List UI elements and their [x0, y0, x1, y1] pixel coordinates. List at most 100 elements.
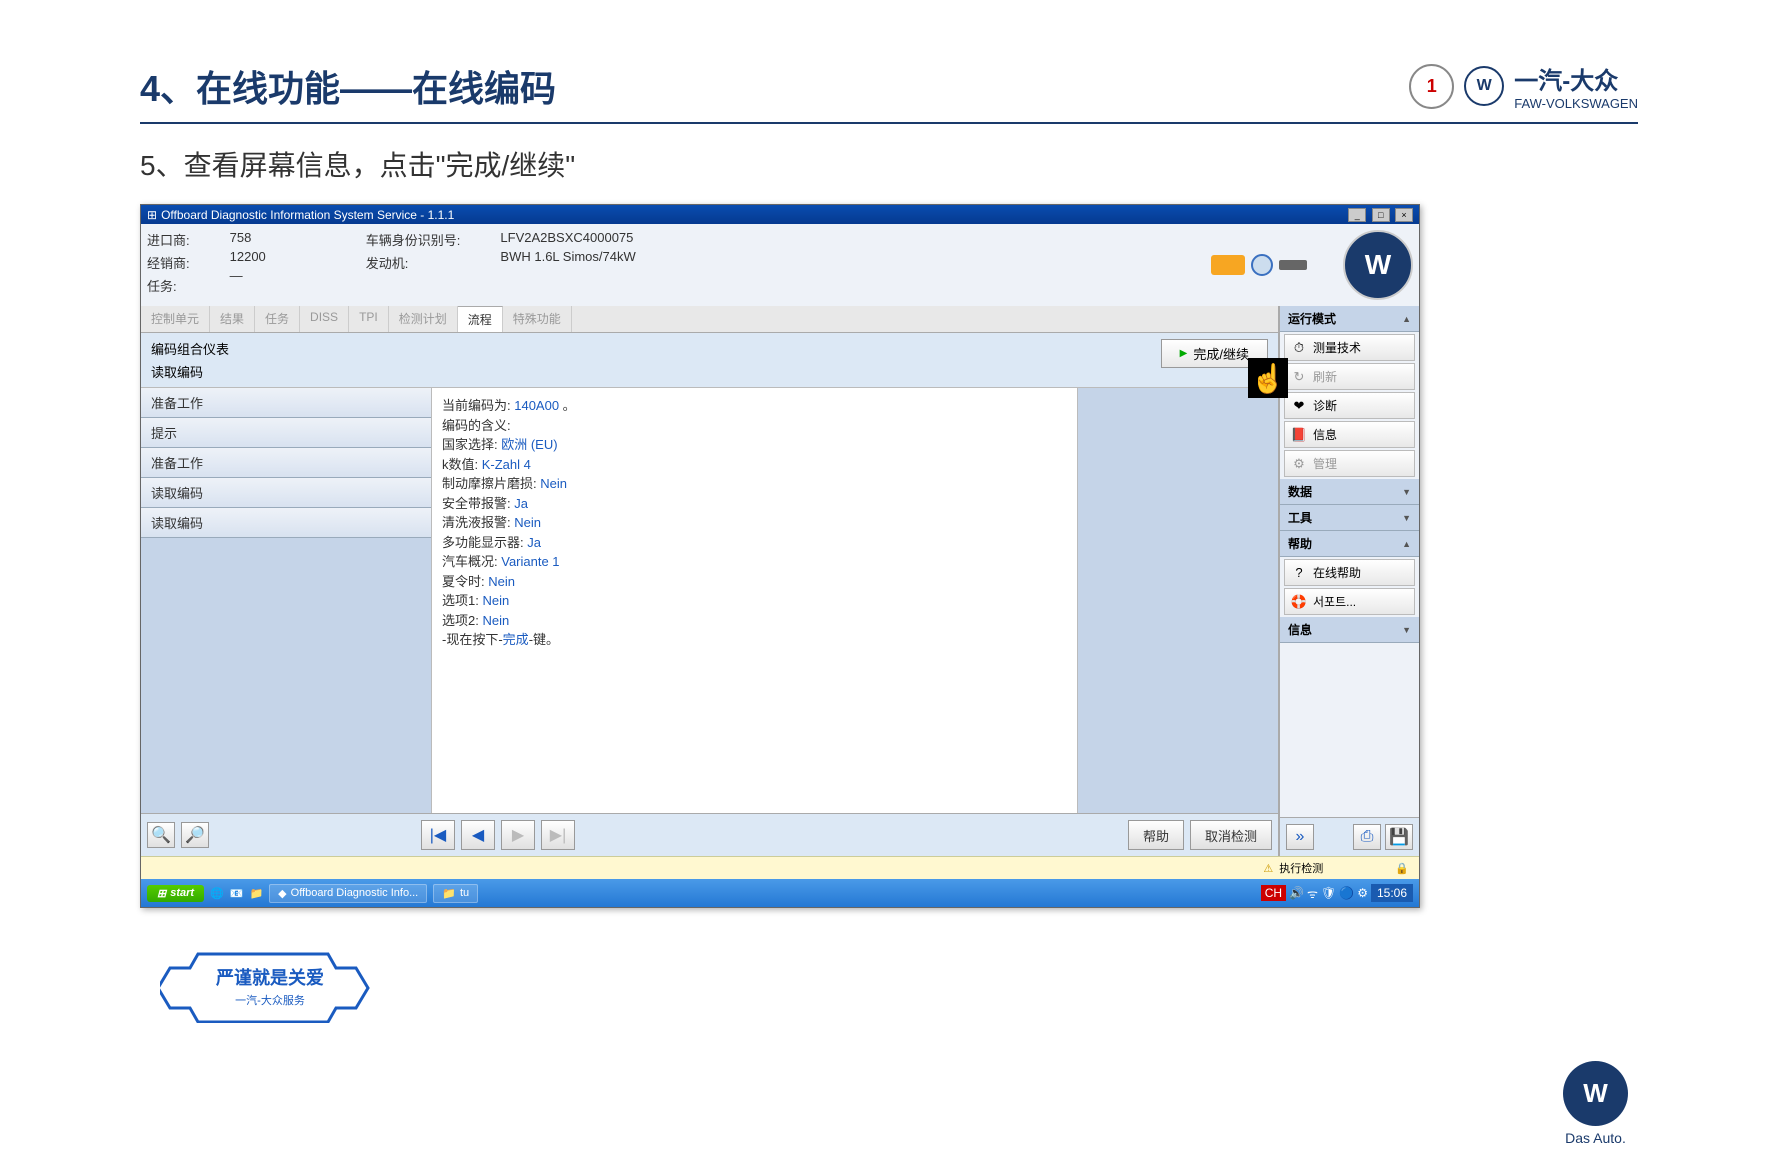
vw-logo-icon: W — [1563, 1061, 1628, 1126]
side-mode-item[interactable]: ↻刷新 — [1284, 363, 1415, 390]
tab-3[interactable]: DISS — [300, 306, 349, 332]
step-item[interactable]: 提示 — [141, 418, 431, 448]
quicklaunch-icon[interactable]: 📁 — [249, 887, 263, 900]
detail-line: 选项2: Nein — [442, 611, 1067, 631]
system-tray[interactable]: CH 🔊 ᯤ 🛡 🔵 ⚙ 15:06 — [1261, 884, 1413, 902]
vin-label: 车辆身份识别号: — [366, 230, 461, 249]
brand-logo-group: 1 W 一汽-大众 FAW-VOLKSWAGEN — [1409, 61, 1638, 111]
hand-cursor-icon — [1248, 358, 1288, 398]
globe-icon[interactable] — [1251, 254, 1273, 276]
zoom-out-button[interactable]: 🔍 — [147, 822, 175, 848]
save-button[interactable]: 💾 — [1385, 824, 1413, 850]
folder-icon: 📁 — [442, 887, 456, 900]
key-icon[interactable] — [1279, 260, 1307, 270]
taskbar-app[interactable]: ◆ Offboard Diagnostic Info... — [269, 884, 427, 903]
tab-6[interactable]: 流程 — [458, 306, 503, 332]
help-header[interactable]: 帮助 ▲ — [1280, 531, 1419, 557]
step-item[interactable]: 读取编码 — [141, 508, 431, 538]
tool-header[interactable]: 工具 ▼ — [1280, 505, 1419, 531]
side-item-label: 诊断 — [1313, 397, 1337, 414]
vw-big-logo-icon: W — [1343, 230, 1413, 300]
data-header[interactable]: 数据 ▼ — [1280, 479, 1419, 505]
start-button[interactable]: ⊞ start — [147, 885, 204, 902]
side-mode-item[interactable]: ❤ 诊断 — [1284, 392, 1415, 419]
tab-7[interactable]: 特殊功能 — [503, 306, 572, 332]
footer-vw-logo: W Das Auto. — [1563, 1061, 1628, 1146]
chevron-icon: ▲ — [1402, 314, 1411, 324]
info-header[interactable]: 信息 ▼ — [1280, 617, 1419, 643]
expand-button[interactable]: » — [1286, 824, 1314, 850]
divider — [140, 122, 1638, 124]
tab-0[interactable]: 控制单元 — [141, 306, 210, 332]
side-item-label: 在线帮助 — [1313, 564, 1361, 581]
close-button[interactable]: × — [1395, 208, 1413, 222]
app-label: tu — [460, 887, 469, 899]
step-item[interactable]: 准备工作 — [141, 448, 431, 478]
tab-1[interactable]: 结果 — [210, 306, 255, 332]
side-item-label: 管理 — [1313, 455, 1337, 472]
side-item-label: 刷新 — [1313, 368, 1337, 385]
detail-line: 编码的含义: — [442, 416, 1067, 436]
subheader-line1: 编码组合仪表 — [151, 339, 229, 358]
app-window: ⊞ Offboard Diagnostic Information System… — [140, 204, 1420, 908]
side-mode-item[interactable]: ⏱ 测量技术 — [1284, 334, 1415, 361]
importer-label: 进口商: — [147, 230, 190, 249]
tab-4[interactable]: TPI — [349, 306, 389, 332]
side-item-label: 信息 — [1313, 426, 1337, 443]
tray-icon[interactable]: ⚙ — [1357, 886, 1368, 900]
mode-header[interactable]: 运行模式 ▲ — [1280, 306, 1419, 332]
step-item[interactable]: 准备工作 — [141, 388, 431, 418]
nav-first-button[interactable]: |◀ — [421, 820, 455, 850]
help-header-label: 帮助 — [1288, 535, 1312, 552]
footer-badge: 严谨就是关爱 一汽-大众服务 — [160, 948, 380, 1028]
tab-5[interactable]: 检测计划 — [389, 306, 458, 332]
detail-line: 安全带报警: Ja — [442, 494, 1067, 514]
side-help-item[interactable]: ?在线帮助 — [1284, 559, 1415, 586]
taskbar-app[interactable]: 📁 tu — [433, 884, 478, 903]
window-titlebar[interactable]: ⊞ Offboard Diagnostic Information System… — [141, 205, 1419, 224]
side-icon: ⏱ — [1291, 340, 1307, 356]
nav-next-button[interactable]: ▶ — [501, 820, 535, 850]
side-help-item[interactable]: 🛟서포트... — [1284, 588, 1415, 615]
quicklaunch-icon[interactable]: 📧 — [230, 887, 244, 900]
minimize-button[interactable]: _ — [1348, 208, 1366, 222]
chevron-icon: ▼ — [1402, 487, 1411, 497]
step-instruction: 5、查看屏幕信息，点击"完成/继续" — [140, 144, 1638, 184]
cancel-test-button[interactable]: 取消检测 — [1190, 820, 1272, 850]
side-icon: ❤ — [1291, 398, 1307, 414]
quicklaunch-icon[interactable]: 🌐 — [210, 887, 224, 900]
clock[interactable]: 15:06 — [1371, 884, 1413, 902]
windows-taskbar[interactable]: ⊞ start 🌐 📧 📁 ◆ Offboard Diagnostic Info… — [141, 879, 1419, 907]
print-button[interactable]: ⎙ — [1353, 824, 1381, 850]
tab-2[interactable]: 任务 — [255, 306, 300, 332]
mode-header-label: 运行模式 — [1288, 310, 1336, 327]
lang-indicator[interactable]: CH — [1261, 885, 1286, 901]
tool-header-label: 工具 — [1288, 509, 1312, 526]
car-icon[interactable] — [1211, 255, 1245, 275]
help-button[interactable]: 帮助 — [1128, 820, 1184, 850]
nav-last-button[interactable]: ▶| — [541, 820, 575, 850]
windows-icon: ⊞ — [157, 887, 166, 900]
detail-line: 当前编码为: 140A00 。 — [442, 396, 1067, 416]
zoom-in-button[interactable]: 🔎 — [181, 822, 209, 848]
tray-icon: 🔒 — [1395, 862, 1409, 875]
vehicle-info-bar: 进口商: 经销商: 任务: 758 12200 — 车辆身份识别号: 发动机: … — [141, 224, 1419, 306]
tray-icon[interactable]: 🛡 — [1321, 886, 1336, 900]
nav-prev-button[interactable]: ◀ — [461, 820, 495, 850]
tray-icon[interactable]: 🔵 — [1339, 886, 1354, 900]
tray-icon[interactable]: 🔊 — [1289, 886, 1304, 900]
chevron-icon: ▼ — [1402, 625, 1411, 635]
main-pane: 控制单元结果任务DISSTPI检测计划流程特殊功能 编码组合仪表 读取编码 ▶ … — [141, 306, 1279, 856]
side-mode-item[interactable]: ⚙管理 — [1284, 450, 1415, 477]
side-panel: 运行模式 ▲ ⏱测量技术↻刷新❤诊断📕信息⚙管理 数据 ▼ 工具 ▼ 帮助 ▲ … — [1279, 306, 1419, 856]
task-value: — — [230, 268, 266, 283]
start-label: start — [170, 887, 194, 899]
side-item-label: 测量技术 — [1313, 339, 1361, 356]
tray-icon[interactable]: ᯤ — [1307, 885, 1318, 902]
maximize-button[interactable]: □ — [1372, 208, 1390, 222]
warning-bar: ⚠ 执行检测 🔒 — [141, 856, 1419, 879]
side-mode-item[interactable]: 📕信息 — [1284, 421, 1415, 448]
step-item[interactable]: 读取编码 — [141, 478, 431, 508]
brand-subtext: FAW-VOLKSWAGEN — [1514, 96, 1638, 111]
detail-line: 选项1: Nein — [442, 591, 1067, 611]
